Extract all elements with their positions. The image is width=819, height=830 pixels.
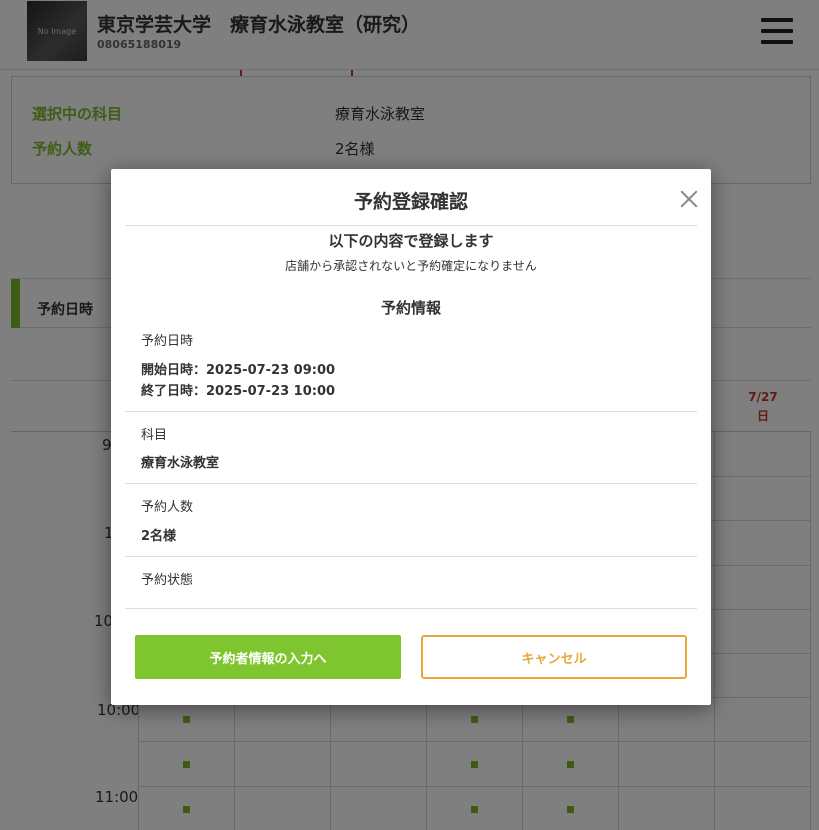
end-datetime: 終了日時：2025-07-23 10:00 [141, 384, 336, 399]
divider [125, 608, 697, 609]
subject-label: 科目 [141, 428, 168, 443]
people-value: 2名様 [141, 529, 177, 544]
close-icon[interactable] [675, 185, 703, 213]
divider [125, 556, 697, 557]
start-datetime: 開始日時：2025-07-23 09:00 [141, 363, 336, 378]
divider [125, 411, 697, 412]
datetime-label: 予約日時 [141, 334, 194, 349]
status-label: 予約状態 [141, 573, 194, 588]
divider [125, 483, 697, 484]
confirm-subtitle: 以下の内容で登録します [328, 232, 494, 250]
subject-value: 療育水泳教室 [141, 456, 220, 471]
people-label: 予約人数 [141, 500, 194, 515]
dialog-title: 予約登録確認 [353, 191, 468, 213]
cancel-button[interactable]: キャンセル [421, 635, 687, 679]
approval-note: 店舗から承認されないと予約確定になりません [285, 259, 537, 273]
reservation-info-heading: 予約情報 [380, 299, 441, 317]
reservation-confirm-dialog: 予約登録確認 以下の内容で登録します 店舗から承認されないと予約確定になりません… [111, 169, 711, 705]
divider [125, 225, 697, 226]
proceed-to-customer-info-button[interactable]: 予約者情報の入力へ [135, 635, 401, 679]
